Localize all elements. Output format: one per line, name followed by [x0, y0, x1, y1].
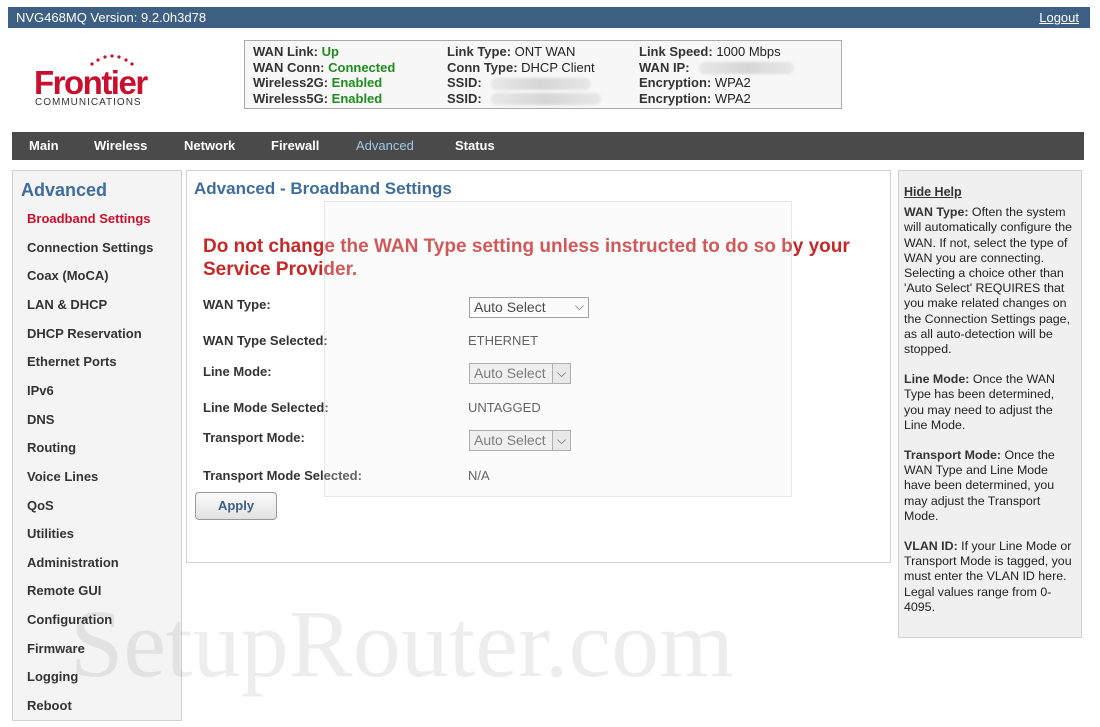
ssid-redacted [491, 77, 592, 90]
sidebar-item-ethernet-ports[interactable]: Ethernet Ports [27, 354, 117, 369]
logo-subtitle: COMMUNICATIONS [35, 97, 142, 108]
nav-advanced[interactable]: Advanced [356, 138, 414, 153]
page-title: Advanced - Broadband Settings [194, 179, 452, 198]
status-wan-conn: WAN Conn: Connected [253, 59, 396, 75]
sidebar-item-connection-settings[interactable]: Connection Settings [27, 240, 153, 255]
sidebar-item-dhcp-reservation[interactable]: DHCP Reservation [27, 326, 142, 341]
help-line-mode: Line Mode: Once the WAN Type has been de… [904, 372, 1056, 432]
status-ssid-5g: SSID: [447, 91, 602, 107]
sidebar-item-broadband-settings[interactable]: Broadband Settings [27, 211, 151, 226]
sidebar-item-reboot[interactable]: Reboot [27, 698, 72, 713]
main-nav: Main Wireless Network Firewall Advanced … [12, 132, 1084, 160]
status-wan-link: WAN Link: Up [253, 44, 339, 59]
line-mode-selected-label: Line Mode Selected: [203, 400, 329, 415]
sidebar-title: Advanced [21, 180, 108, 200]
status-encryption-2g: Encryption: WPA2 [639, 75, 751, 90]
sidebar-item-dns[interactable]: DNS [27, 412, 54, 427]
status-link-speed: Link Speed: 1000 Mbps [639, 44, 781, 59]
help-panel: Hide Help WAN Type: Often the system wil… [898, 170, 1082, 638]
chevron-down-icon: ⌵ [552, 364, 570, 383]
status-encryption-5g: Encryption: WPA2 [639, 90, 751, 106]
sidebar-item-utilities[interactable]: Utilities [27, 526, 74, 541]
transport-mode-label: Transport Mode: [203, 430, 305, 445]
sidebar-item-ipv6[interactable]: IPv6 [27, 383, 54, 398]
status-col-2: Link Type: ONT WAN Conn Type: DHCP Clien… [447, 44, 602, 107]
sidebar-item-lan-dhcp[interactable]: LAN & DHCP [27, 297, 107, 312]
help-transport-mode: Transport Mode: Once the WAN Type and Li… [904, 448, 1055, 523]
logout-link[interactable]: Logout [1039, 10, 1079, 25]
sidebar-item-configuration[interactable]: Configuration [27, 612, 112, 627]
status-conn-type: Conn Type: DHCP Client [447, 59, 595, 75]
transport-mode-selected-row: Transport Mode Selected: N/A [203, 468, 490, 483]
sidebar-item-qos[interactable]: QoS [27, 498, 54, 513]
transport-mode-selected-label: Transport Mode Selected: [203, 468, 362, 483]
wan-type-select[interactable]: Auto Select ⌵ [469, 297, 589, 318]
ssid-redacted [491, 93, 602, 106]
status-wireless-5g: Wireless5G: Enabled [253, 90, 383, 106]
hide-help-link[interactable]: Hide Help [904, 185, 1076, 200]
wan-type-warning: Do not change the WAN Type setting unles… [203, 236, 850, 280]
broadband-settings-panel: Advanced - Broadband Settings Do not cha… [186, 170, 891, 563]
line-mode-selected-value: UNTAGGED [468, 400, 541, 415]
status-summary: WAN Link: Up WAN Conn: Connected Wireles… [244, 40, 842, 109]
status-ssid-2g: SSID: [447, 75, 601, 91]
wan-type-selected-value: ETHERNET [468, 333, 539, 348]
transport-mode-selected-value: N/A [468, 468, 490, 483]
transport-mode-row: Transport Mode: [203, 430, 305, 445]
sidebar-item-coax-moca[interactable]: Coax (MoCA) [27, 268, 109, 283]
chevron-down-icon: ⌵ [574, 299, 584, 313]
line-mode-selected-row: Line Mode Selected: UNTAGGED [203, 400, 541, 415]
status-wireless-2g: Wireless2G: Enabled [253, 75, 383, 90]
line-mode-row: Line Mode: [203, 364, 272, 379]
top-bar: NVG468MQ Version: 9.2.0h3d78 Logout [8, 7, 1090, 28]
nav-main[interactable]: Main [29, 138, 59, 153]
status-col-1: WAN Link: Up WAN Conn: Connected Wireles… [253, 44, 395, 106]
help-wan-type: WAN Type: Often the system will automati… [904, 205, 1073, 357]
sidebar-item-remote-gui[interactable]: Remote GUI [27, 583, 101, 598]
help-vlan-id: VLAN ID: If your Line Mode or Transport … [904, 539, 1072, 614]
chevron-down-icon: ⌵ [552, 431, 570, 450]
sidebar-item-firmware[interactable]: Firmware [27, 641, 85, 656]
wan-type-label: WAN Type: [203, 297, 271, 312]
status-wan-ip: WAN IP: [639, 60, 795, 76]
apply-button[interactable]: Apply [195, 492, 277, 520]
sidebar-item-routing[interactable]: Routing [27, 440, 76, 455]
sidebar-item-logging[interactable]: Logging [27, 669, 78, 684]
line-mode-label: Line Mode: [203, 364, 272, 379]
sidebar-item-voice-lines[interactable]: Voice Lines [27, 469, 98, 484]
wan-type-row: WAN Type: [203, 297, 271, 312]
nav-status[interactable]: Status [455, 138, 495, 153]
wan-type-selected-label: WAN Type Selected: [203, 333, 328, 348]
wan-type-selected-row: WAN Type Selected: ETHERNET [203, 333, 538, 348]
status-col-3: Link Speed: 1000 Mbps WAN IP: Encryption… [639, 44, 795, 106]
transport-mode-select[interactable]: Auto Select ⌵ [469, 430, 571, 451]
wan-ip-redacted [699, 62, 795, 75]
status-link-type: Link Type: ONT WAN [447, 44, 576, 59]
advanced-sidebar: Advanced Broadband Settings Connection S… [12, 170, 182, 721]
sidebar-item-administration[interactable]: Administration [27, 555, 119, 570]
line-mode-select[interactable]: Auto Select ⌵ [469, 363, 571, 384]
frontier-logo: Frontier COMMUNICATIONS [34, 52, 174, 112]
nav-wireless[interactable]: Wireless [94, 138, 147, 153]
firmware-version: NVG468MQ Version: 9.2.0h3d78 [16, 10, 207, 25]
nav-network[interactable]: Network [184, 138, 235, 153]
nav-firewall[interactable]: Firewall [271, 138, 319, 153]
